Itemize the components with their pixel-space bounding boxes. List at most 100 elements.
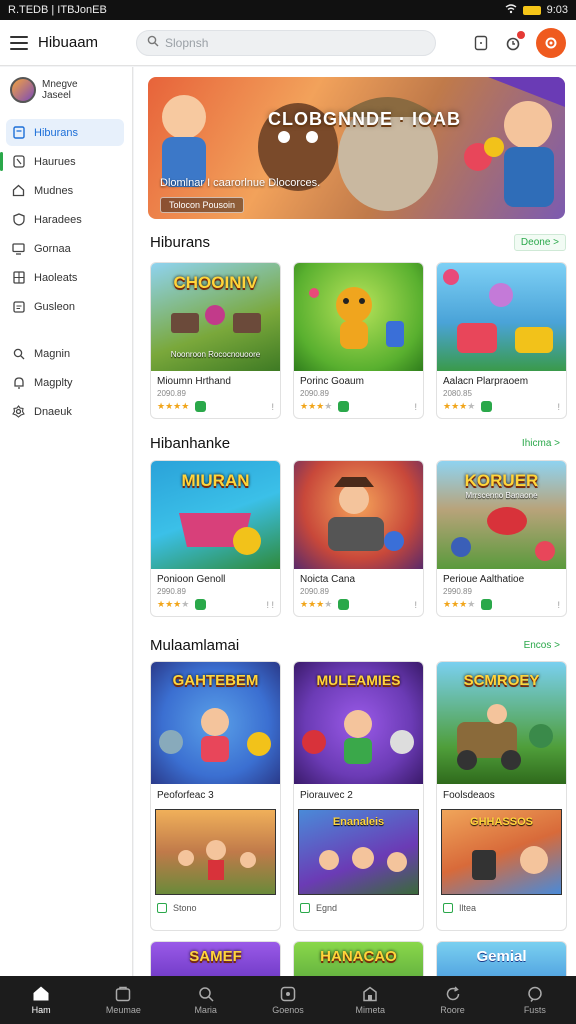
game-card[interactable]: CHOOINIV Noonroon Rococnouoore Mioumn Hr… — [150, 262, 281, 419]
bottom-navigation: Ham Meumae Maria Goenos Mimeta Roore Fus… — [0, 976, 576, 1024]
store-badge-icon — [338, 599, 350, 610]
sidebar-item-2[interactable]: Mudnes — [6, 177, 124, 204]
search-box[interactable] — [136, 29, 436, 56]
game-card[interactable]: Aalacn Plarpraoem 2080.85 ★★★★ ! — [436, 262, 567, 419]
notification-badge — [517, 30, 525, 39]
game-screenshot: GHHASSOS — [441, 809, 562, 895]
sidebar-item-label: Haradees — [34, 213, 82, 226]
game-card[interactable]: MIURAN Ponioon Genoll 2990.89 ★★★★ ! ! — [150, 460, 281, 617]
sidebar-item-5[interactable]: Haoleats — [6, 264, 124, 291]
sidebar-item-0[interactable]: Hiburans — [6, 119, 124, 146]
hero-title: CLOBGNNDE · IOAB — [268, 109, 461, 129]
menu-icon[interactable] — [10, 35, 28, 50]
rating-stars: ★★★★ — [157, 401, 190, 411]
card-menu-icon[interactable]: ! — [557, 402, 560, 412]
user-avatar[interactable] — [536, 27, 566, 58]
sidebar-item-4[interactable]: Gornaa — [6, 235, 124, 262]
monitor-icon — [12, 242, 25, 255]
card-menu-icon[interactable]: ! ! — [266, 600, 274, 610]
hero-banner[interactable]: CLOBGNNDE · IOAB Dlomlnar I caarorlnue D… — [148, 77, 565, 219]
game-meta: 2090.89 — [157, 389, 186, 398]
rating-stars: ★★★★ — [300, 599, 333, 609]
game-meta: 2990.89 — [443, 587, 472, 596]
hero-button[interactable]: Tolocon Pousoin — [160, 197, 245, 213]
game-card[interactable]: SAMEF — [150, 941, 281, 976]
card-menu-icon[interactable]: ! — [271, 402, 274, 412]
main-content: CLOBGNNDE · IOAB Dlomlnar I caarorlnue D… — [134, 67, 576, 976]
sidebar-item-8[interactable]: Magplty — [6, 369, 124, 396]
sidebar-item-label: Gornaa — [34, 242, 71, 255]
rating-stars: ★★★★ — [157, 599, 190, 609]
search-icon — [198, 986, 214, 1002]
game-thumbnail: MIURAN — [151, 461, 280, 569]
checkbox-icon[interactable] — [300, 903, 310, 913]
game-title: Peoforfeac 3 — [157, 790, 214, 801]
sidebar-item-9[interactable]: Dnaeuk — [6, 398, 124, 425]
store-badge-icon — [195, 599, 207, 610]
game-title: Perioue Aalthatioe — [443, 574, 525, 585]
sidebar-item-label: Gusleon — [34, 300, 75, 313]
game-title: Aalacn Plarpraoem — [443, 376, 529, 387]
card-menu-icon[interactable]: ! — [557, 600, 560, 610]
game-thumbnail: CHOOINIV Noonroon Rococnouoore — [151, 263, 280, 371]
section-header: Hiburans Deone > — [150, 234, 566, 251]
app-title: Hibuaam — [38, 34, 99, 51]
refresh-icon — [445, 985, 461, 1002]
section-title: Hiburans — [150, 234, 211, 251]
battery-icon — [522, 5, 541, 15]
chat-icon — [527, 986, 543, 1002]
game-thumbnail — [294, 461, 423, 569]
card-menu-icon[interactable]: ! — [414, 600, 417, 610]
game-card[interactable]: SCMROEY Foolsdeaos GHHASSOS Iltea — [436, 661, 567, 931]
game-title: Mioumn Hrthand — [157, 376, 231, 387]
sidebar-item-label: Magplty — [34, 376, 73, 389]
bottom-nav-games[interactable]: Goenos — [258, 986, 318, 1015]
controller-icon — [280, 986, 296, 1002]
bottom-nav-library[interactable]: Meumae — [93, 986, 153, 1015]
home-icon — [32, 985, 50, 1002]
checkbox-icon[interactable] — [157, 903, 167, 913]
game-card[interactable]: MULEAMIES Piorauvec 2 Enanaleis Egnd — [293, 661, 424, 931]
status-time: 9:03 — [546, 4, 568, 16]
bottom-nav-home[interactable]: Ham — [11, 985, 71, 1015]
store-badge-icon — [338, 401, 350, 412]
bottom-nav-chat[interactable]: Fusts — [505, 986, 565, 1015]
checkbox-icon[interactable] — [443, 903, 453, 913]
rating-stars: ★★★★ — [443, 599, 476, 609]
see-more-link[interactable]: Deone > — [513, 234, 566, 251]
tablet-icon[interactable] — [472, 34, 490, 52]
sidebar-item-3[interactable]: Haradees — [6, 206, 124, 233]
game-card[interactable]: Gemial — [436, 941, 567, 976]
see-more-link[interactable]: Encos > — [518, 638, 566, 653]
sidebar-item-1[interactable]: Haurues — [0, 148, 124, 175]
top-app-bar: Hibuaam — [0, 20, 576, 66]
sidebar-profile[interactable]: Mnegve Jaseel — [0, 67, 132, 117]
sidebar-item-7[interactable]: Magnin — [6, 340, 124, 367]
game-meta: 2990.89 — [157, 587, 186, 596]
gear-icon — [12, 405, 25, 418]
box-icon — [12, 300, 25, 313]
bottom-nav-search[interactable]: Maria — [176, 986, 236, 1015]
game-card[interactable]: HANACAO — [293, 941, 424, 976]
sidebar-item-6[interactable]: Gusleon — [6, 293, 124, 320]
rating-stars: ★★★★ — [443, 401, 476, 411]
section-title: Mulaamlamai — [150, 637, 240, 654]
section-header: Hibanhanke Ihicma > — [150, 435, 566, 452]
notifications-icon[interactable] — [504, 30, 525, 52]
search-input[interactable] — [165, 35, 405, 50]
book-icon — [12, 126, 25, 139]
bottom-nav-store[interactable]: Mimeta — [340, 986, 400, 1015]
store-badge-icon — [481, 401, 493, 412]
sidebar: Mnegve Jaseel Hiburans Haurues Mudnes Ha… — [0, 67, 133, 976]
game-card[interactable]: Noicta Cana 2090.89 ★★★★ ! — [293, 460, 424, 617]
wifi-icon — [505, 3, 517, 17]
game-card[interactable]: Porinc Goaum 2090.89 ★★★★ ! — [293, 262, 424, 419]
game-card[interactable]: KORUER Mrrscenno Banaone Perioue Aalthat… — [436, 460, 567, 617]
see-more-link[interactable]: Ihicma > — [516, 436, 566, 451]
card-footer-label: Iltea — [459, 903, 477, 913]
bottom-nav-refresh[interactable]: Roore — [423, 985, 483, 1015]
card-menu-icon[interactable]: ! — [414, 402, 417, 412]
sidebar-item-label: Haoleats — [34, 271, 78, 284]
search-icon — [147, 34, 159, 52]
game-card[interactable]: GAHTEBEM Peoforfeac 3 Stono — [150, 661, 281, 931]
